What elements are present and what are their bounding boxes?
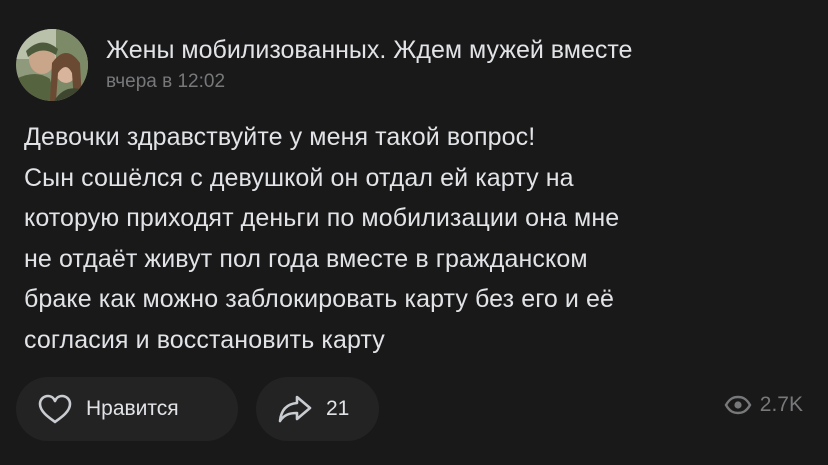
views-counter: 2.7K <box>724 393 803 417</box>
eye-icon <box>724 395 752 415</box>
post-text-line: Девочки здравствуйте у меня такой вопрос… <box>24 123 536 151</box>
post-card: Жены мобилизованных. Ждем мужей вместе в… <box>0 0 828 465</box>
post-text-line: согласия и восстановить карту <box>24 325 385 354</box>
share-arrow-icon <box>278 395 312 423</box>
share-count: 21 <box>326 397 350 420</box>
heart-icon <box>38 394 72 424</box>
post-text-line: Сын сошёлся с девушкой он отдал ей карту… <box>24 163 574 192</box>
group-name[interactable]: Жены мобилизованных. Ждем мужей вместе <box>106 34 632 66</box>
post-text-line: которую приходят деньги по мобилизации о… <box>24 204 620 232</box>
post-header: Жены мобилизованных. Ждем мужей вместе в… <box>16 29 632 101</box>
like-button[interactable]: Нравится <box>16 377 238 441</box>
post-body: Девочки здравствуйте у меня такой вопрос… <box>24 117 804 360</box>
post-timestamp[interactable]: вчера в 12:02 <box>106 70 632 94</box>
share-button[interactable]: 21 <box>256 377 379 441</box>
post-text-line: не отдаёт живут пол года вместе в гражда… <box>24 244 588 273</box>
avatar-photo-icon <box>16 29 88 101</box>
views-count: 2.7K <box>759 393 803 416</box>
like-label: Нравится <box>86 397 179 420</box>
header-text: Жены мобилизованных. Ждем мужей вместе в… <box>106 34 632 94</box>
post-text-line: браке как можно заблокировать карту без … <box>24 285 615 313</box>
group-avatar[interactable] <box>16 29 88 101</box>
post-actions: Нравится 21 <box>16 377 379 441</box>
